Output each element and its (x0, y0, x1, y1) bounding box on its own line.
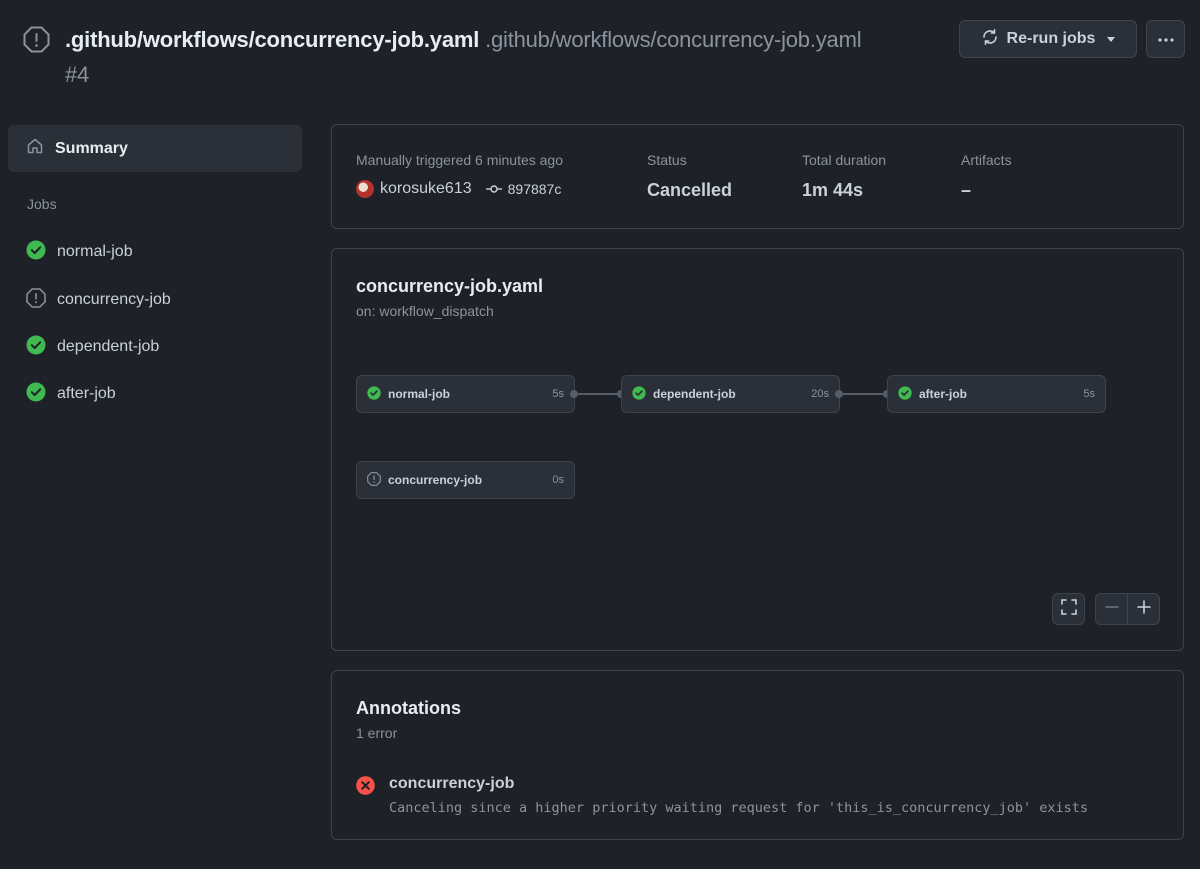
sidebar-job-label: dependent-job (57, 338, 160, 355)
node-label: after-job (919, 387, 967, 401)
actor-link[interactable]: korosuke613 (380, 180, 472, 198)
page-title: .github/workflows/concurrency-job.yaml .… (65, 24, 945, 91)
minus-icon (1104, 600, 1119, 619)
workflow-title: concurrency-job.yaml (356, 276, 544, 296)
node-duration: 5s (1083, 388, 1095, 400)
sidebar-job-label: after-job (57, 385, 116, 402)
node-duration: 0s (552, 474, 564, 486)
rerun-jobs-button[interactable]: Re-run jobs (959, 20, 1137, 58)
sidebar-item-normal-job[interactable]: normal-job (26, 239, 296, 265)
workflow-path-muted: .github/workflows/concurrency-job.yaml (485, 27, 862, 52)
chevron-down-icon (1107, 36, 1116, 42)
node-label: dependent-job (653, 387, 736, 401)
actor-row: korosuke613 897887c (356, 180, 561, 198)
sidebar-item-dependent-job[interactable]: dependent-job (26, 334, 296, 360)
sidebar-job-label: concurrency-job (57, 291, 171, 308)
annotation-message: Canceling since a higher priority waitin… (389, 800, 1088, 816)
cancelled-icon (367, 471, 381, 489)
sidebar-item-after-job[interactable]: after-job (26, 381, 296, 407)
check-circle-icon (367, 385, 381, 403)
rerun-label: Re-run jobs (1006, 30, 1096, 47)
artifacts-value: – (961, 180, 972, 200)
trigger-text: Manually triggered 6 minutes ago (356, 152, 564, 168)
check-circle-icon (632, 385, 646, 403)
run-number: #4 (65, 62, 90, 87)
graph-node-concurrency-job[interactable]: concurrency-job 0s (356, 461, 575, 499)
annotation-job-link[interactable]: concurrency-job (389, 775, 514, 793)
commit-link[interactable]: 897887c (485, 181, 562, 197)
node-label: concurrency-job (388, 473, 483, 487)
check-circle-icon (26, 382, 46, 407)
run-cancelled-icon (23, 26, 50, 53)
workflow-path: .github/workflows/concurrency-job.yaml (65, 27, 480, 52)
home-icon (26, 137, 44, 160)
sidebar-summary-label: Summary (55, 139, 128, 157)
graph-node-after-job[interactable]: after-job 5s (887, 375, 1106, 413)
sync-icon (981, 28, 999, 51)
status-value: Cancelled (647, 180, 733, 200)
duration-value: 1m 44s (802, 180, 864, 200)
node-duration: 5s (552, 388, 564, 400)
check-circle-icon (26, 335, 46, 360)
annotations-title: Annotations (356, 698, 461, 718)
sidebar-job-label: normal-job (57, 243, 133, 260)
sidebar-item-concurrency-job[interactable]: concurrency-job (26, 287, 296, 313)
artifacts-label: Artifacts (961, 152, 1012, 168)
avatar (356, 180, 374, 198)
plus-icon (1136, 599, 1151, 619)
graph-port (835, 390, 843, 398)
zoom-out-button[interactable] (1096, 594, 1128, 624)
sidebar-item-summary[interactable]: Summary (8, 125, 302, 172)
node-duration: 20s (811, 388, 829, 400)
check-circle-icon (898, 385, 912, 403)
cancelled-icon (26, 287, 46, 313)
kebab-horizontal-icon (1157, 30, 1175, 48)
graph-edge (843, 393, 883, 395)
graph-port (570, 390, 578, 398)
fullscreen-button[interactable] (1052, 593, 1085, 625)
commit-sha: 897887c (507, 181, 562, 197)
graph-edge (578, 393, 618, 395)
run-summary-panel (331, 124, 1184, 229)
duration-label: Total duration (802, 152, 887, 168)
sidebar-jobs-heading: Jobs (27, 196, 57, 212)
zoom-controls (1095, 593, 1160, 625)
x-circle-icon (356, 776, 375, 800)
zoom-in-button[interactable] (1128, 594, 1159, 624)
more-options-button[interactable] (1146, 20, 1185, 58)
git-commit-icon (485, 181, 502, 197)
status-label: Status (647, 152, 687, 168)
annotations-count: 1 error (356, 725, 398, 741)
check-circle-icon (26, 240, 46, 265)
graph-node-normal-job[interactable]: normal-job 5s (356, 375, 575, 413)
workflow-trigger: on: workflow_dispatch (356, 303, 494, 319)
fullscreen-icon (1060, 598, 1077, 620)
graph-node-dependent-job[interactable]: dependent-job 20s (621, 375, 840, 413)
node-label: normal-job (388, 387, 450, 401)
